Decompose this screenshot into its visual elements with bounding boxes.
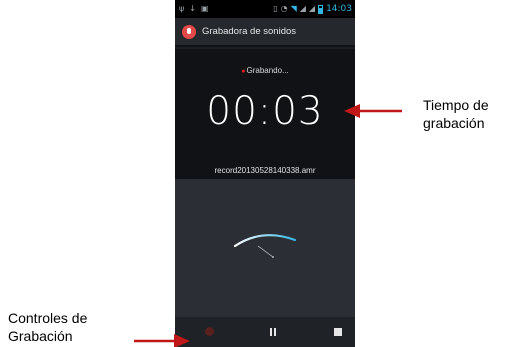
recording-filename: record20130528140338.amr [214,166,316,175]
recording-controls [175,317,355,347]
recording-status: ●Grabando... [175,66,355,75]
image-icon: ▣ [200,4,209,13]
action-bar: Grabadora de sonidos [175,18,355,47]
controls-callout-label: Controles de Grabación [8,309,87,345]
controls-callout-line-2: Grabación [8,328,73,344]
phone-screen: ψ ↓ ▣ ▯ ◔ ◥ ◢ ◢ 14:03 Grabadora de sonid… [175,0,355,347]
level-meter-panel [175,179,355,317]
controls-callout-line-1: Controles de [8,310,88,326]
time-callout-line-1: Tiempo de [423,97,489,113]
recording-dot-icon: ● [241,68,246,75]
pause-button[interactable] [266,325,280,339]
wifi-icon: ◥ [290,4,297,13]
stop-button[interactable] [331,325,345,339]
record-button[interactable] [203,325,217,339]
recording-timer: 00:03 [206,89,324,134]
recording-panel: ●Grabando... 00:03 record20130528140338.… [175,49,355,179]
signal-icon: ◢ [308,4,316,13]
time-callout-label: Tiempo de grabación [423,96,489,132]
notification-icons: ψ ↓ ▣ [179,0,209,18]
recording-status-text: Grabando... [246,66,289,75]
battery-icon [318,4,324,14]
time-callout-arrow-icon [344,104,402,118]
system-icons: ▯ ◔ ◥ ◢ ◢ 14:03 [273,0,352,18]
status-time: 14:03 [326,4,352,14]
status-bar: ψ ↓ ▣ ▯ ◔ ◥ ◢ ◢ 14:03 [175,0,355,18]
usb-icon: ψ [179,4,185,13]
level-meter-icon [233,234,297,258]
signal-icon: ◢ [299,4,306,13]
microphone-icon[interactable] [182,24,196,39]
time-callout-line-2: grabación [423,115,485,131]
vibrate-icon: ▯ [273,4,278,13]
download-icon: ↓ [189,4,196,13]
alarm-icon: ◔ [280,4,288,13]
controls-callout-arrow-icon [134,334,190,347]
app-title: Grabadora de sonidos [202,26,297,37]
